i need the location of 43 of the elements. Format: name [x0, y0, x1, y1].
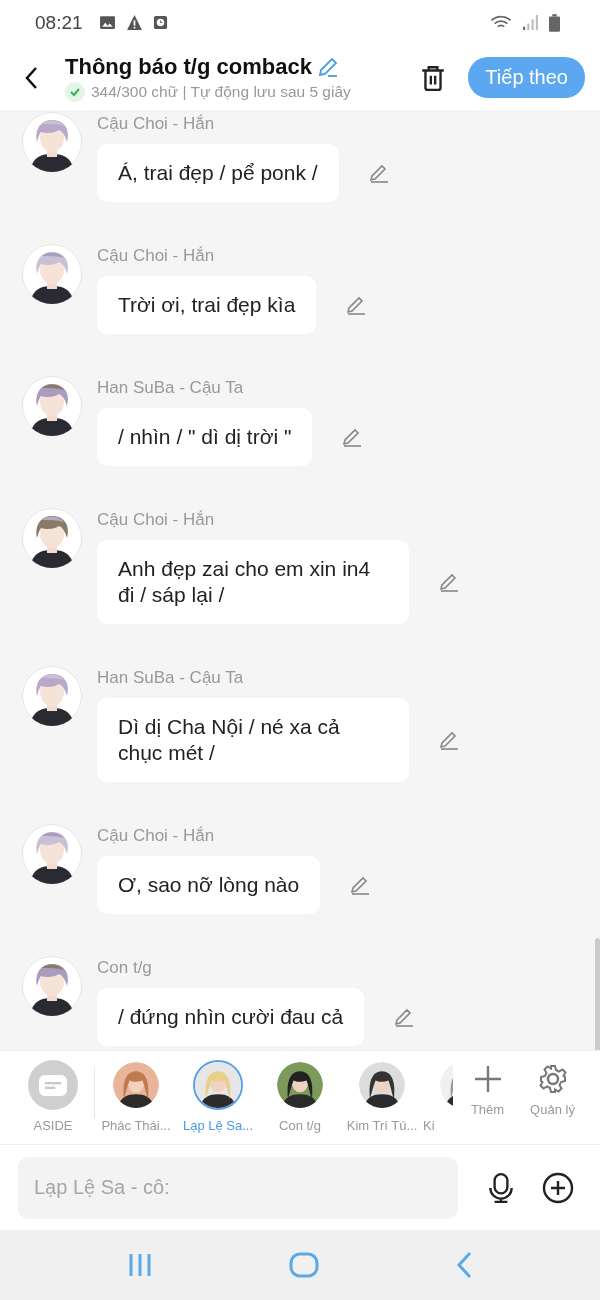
character-name[interactable]: ASIDE	[33, 1118, 73, 1133]
sender-name: Cậu Choi - Hắn	[97, 246, 216, 266]
settings-icon[interactable]	[537, 1064, 568, 1094]
character-name[interactable]: Lạp Lệ Sa...	[182, 1118, 254, 1133]
warning-icon	[125, 14, 143, 31]
sender-name: Con t/g	[97, 958, 153, 978]
word-count-status: 344/300 chữ | Tự động lưu sau 5 giây	[91, 82, 351, 101]
message-bubble[interactable]: / đứng nhìn cười đau cả	[97, 988, 365, 1046]
back-icon[interactable]	[24, 65, 38, 90]
character-name[interactable]: Phác Thái...	[101, 1118, 171, 1133]
sender-name: Cậu Choi - Hắn	[97, 114, 216, 134]
sender-name: Han SuBa - Cậu Ta	[97, 378, 245, 398]
status-time: 08:21	[35, 11, 83, 34]
signal-icon	[522, 14, 539, 31]
aside-avatar[interactable]	[28, 1060, 78, 1110]
add-label[interactable]: Thêm	[470, 1102, 505, 1117]
message-bubble[interactable]: Ơ, sao nỡ lòng nào	[97, 856, 321, 914]
sender-name: Cậu Choi - Hắn	[97, 510, 216, 530]
home-icon[interactable]	[289, 1252, 319, 1278]
plus-icon[interactable]	[472, 1064, 503, 1094]
character-name[interactable]: Con t/g	[279, 1118, 321, 1133]
message-input[interactable]: Lạp Lệ Sa - cô:	[18, 1156, 458, 1219]
story-title: Thông báo t/g comback	[65, 53, 312, 80]
battery-icon	[549, 13, 560, 32]
scrollbar[interactable]	[595, 938, 600, 1050]
chat-icon	[39, 1074, 67, 1096]
character-name[interactable]: Ki	[423, 1118, 435, 1133]
message-bubble[interactable]: Trời ơi, trai đẹp kìa	[97, 276, 317, 334]
next-button[interactable]: Tiếp theo	[468, 57, 585, 98]
microphone-icon[interactable]	[488, 1171, 514, 1204]
sender-name: Han SuBa - Cậu Ta	[97, 668, 245, 688]
recent-apps-icon[interactable]	[128, 1252, 153, 1278]
add-circle-icon[interactable]	[542, 1171, 574, 1204]
clock-icon	[152, 14, 168, 31]
sender-name: Cậu Choi - Hắn	[97, 826, 216, 846]
character-name[interactable]: Kim Trí Tú...	[346, 1118, 418, 1133]
manage-label[interactable]: Quản lý	[530, 1102, 575, 1117]
message-bubble[interactable]: Á, trai đẹp / pể ponk /	[97, 144, 339, 202]
trash-icon[interactable]	[420, 63, 447, 92]
message-bubble[interactable]: Anh đẹp zai cho em xin in4 đi / sáp lại /	[97, 540, 409, 624]
image-icon	[98, 14, 116, 31]
message-bubble[interactable]: / nhìn / " dì dị trời "	[97, 408, 313, 466]
message-bubble[interactable]: Dì dị Cha Nội / né xa cả chục mét /	[97, 698, 409, 782]
